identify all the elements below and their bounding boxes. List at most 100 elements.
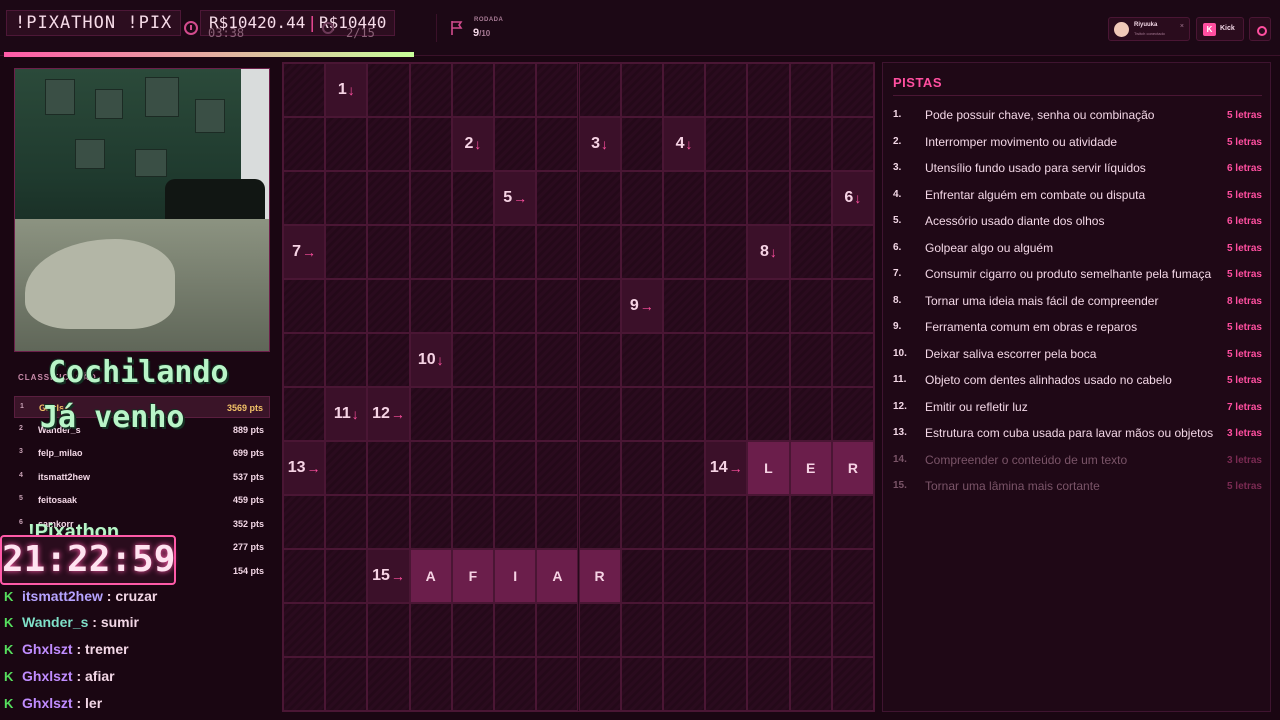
grid-cell[interactable] — [747, 333, 790, 387]
grid-cell[interactable] — [283, 171, 326, 225]
grid-cell[interactable] — [283, 657, 326, 711]
clue-item[interactable]: 13. Estrutura com cuba usada para lavar m… — [893, 423, 1262, 445]
grid-cell[interactable] — [283, 387, 326, 441]
clue-item[interactable]: 7. Consumir cigarro ou produto semelhante… — [893, 264, 1262, 286]
grid-cell[interactable] — [831, 225, 874, 279]
grid-cell[interactable] — [578, 441, 621, 495]
grid-cell[interactable] — [536, 63, 579, 117]
clue-item[interactable]: 12. Emitir ou refletir luz 7 letras — [893, 397, 1262, 419]
grid-cell[interactable] — [662, 279, 706, 333]
grid-cell[interactable] — [494, 441, 537, 495]
grid-cell[interactable] — [831, 387, 874, 441]
grid-cell[interactable] — [705, 63, 748, 117]
clue-number-cell[interactable]: 5 → — [494, 171, 537, 225]
clue-item[interactable]: 4. Enfrentar alguém em combate ou disputa… — [893, 185, 1262, 207]
grid-cell[interactable] — [620, 225, 663, 279]
grid-cell[interactable] — [325, 657, 368, 711]
grid-cell[interactable] — [705, 333, 748, 387]
grid-cell[interactable] — [367, 63, 410, 117]
grid-cell[interactable] — [705, 387, 748, 441]
grid-cell[interactable] — [409, 117, 452, 171]
clue-number-cell[interactable]: 7 → — [283, 225, 326, 279]
grid-cell[interactable] — [409, 225, 452, 279]
grid-cell[interactable] — [451, 171, 495, 225]
clue-item[interactable]: 10. Deixar saliva escorrer pela boca 5 let… — [893, 344, 1262, 366]
grid-cell[interactable] — [536, 657, 579, 711]
solved-letter-cell[interactable]: A — [409, 549, 452, 603]
grid-cell[interactable] — [831, 657, 874, 711]
grid-cell[interactable] — [451, 441, 495, 495]
power-icon[interactable] — [1249, 17, 1271, 41]
grid-cell[interactable] — [578, 171, 621, 225]
grid-cell[interactable] — [662, 63, 706, 117]
grid-cell[interactable] — [409, 171, 452, 225]
clue-number-cell[interactable]: 12 → — [367, 387, 410, 441]
grid-cell[interactable] — [831, 603, 874, 657]
grid-cell[interactable] — [283, 495, 326, 549]
grid-cell[interactable] — [494, 279, 537, 333]
grid-cell[interactable] — [662, 333, 706, 387]
grid-cell[interactable] — [662, 441, 706, 495]
grid-cell[interactable] — [747, 171, 790, 225]
grid-cell[interactable] — [747, 495, 790, 549]
grid-cell[interactable] — [325, 333, 368, 387]
grid-cell[interactable] — [789, 333, 832, 387]
grid-cell[interactable] — [789, 603, 832, 657]
grid-cell[interactable] — [367, 117, 410, 171]
grid-cell[interactable] — [831, 117, 874, 171]
grid-cell[interactable] — [789, 387, 832, 441]
close-icon[interactable]: × — [1180, 23, 1184, 30]
grid-cell[interactable] — [747, 657, 790, 711]
clue-item[interactable]: 9. Ferramenta comum em obras e reparos 5 l… — [893, 317, 1262, 339]
grid-cell[interactable] — [789, 117, 832, 171]
grid-cell[interactable] — [325, 279, 368, 333]
grid-cell[interactable] — [620, 171, 663, 225]
solved-letter-cell[interactable]: F — [451, 549, 495, 603]
grid-cell[interactable] — [620, 603, 663, 657]
grid-cell[interactable] — [662, 549, 706, 603]
grid-cell[interactable] — [536, 117, 579, 171]
grid-cell[interactable] — [705, 225, 748, 279]
grid-cell[interactable] — [536, 603, 579, 657]
clue-number-cell[interactable]: 9 → — [620, 279, 663, 333]
kick-button[interactable]: K Kick — [1196, 17, 1244, 41]
grid-cell[interactable] — [536, 279, 579, 333]
grid-cell[interactable] — [789, 63, 832, 117]
grid-cell[interactable] — [367, 495, 410, 549]
grid-cell[interactable] — [705, 117, 748, 171]
grid-cell[interactable] — [747, 387, 790, 441]
grid-cell[interactable] — [578, 657, 621, 711]
solved-letter-cell[interactable]: E — [789, 441, 832, 495]
grid-cell[interactable] — [494, 603, 537, 657]
grid-cell[interactable] — [662, 387, 706, 441]
grid-cell[interactable] — [451, 279, 495, 333]
grid-cell[interactable] — [409, 279, 452, 333]
grid-cell[interactable] — [367, 657, 410, 711]
grid-cell[interactable] — [662, 657, 706, 711]
solved-letter-cell[interactable]: I — [494, 549, 537, 603]
grid-cell[interactable] — [367, 225, 410, 279]
grid-cell[interactable] — [662, 171, 706, 225]
grid-cell[interactable] — [789, 495, 832, 549]
grid-cell[interactable] — [789, 549, 832, 603]
grid-cell[interactable] — [747, 63, 790, 117]
grid-cell[interactable] — [789, 225, 832, 279]
grid-cell[interactable] — [494, 63, 537, 117]
grid-cell[interactable] — [789, 657, 832, 711]
grid-cell[interactable] — [747, 279, 790, 333]
grid-cell[interactable] — [283, 603, 326, 657]
grid-cell[interactable] — [620, 549, 663, 603]
clue-number-cell[interactable]: 15 → — [367, 549, 410, 603]
clue-item[interactable]: 8. Tornar uma ideia mais fácil de compree… — [893, 291, 1262, 313]
grid-cell[interactable] — [325, 117, 368, 171]
clue-item[interactable]: 15. Tornar uma lâmina mais cortante 5 letr… — [893, 476, 1262, 498]
grid-cell[interactable] — [367, 171, 410, 225]
grid-cell[interactable] — [831, 549, 874, 603]
grid-cell[interactable] — [536, 225, 579, 279]
clue-number-cell[interactable]: 13 → — [283, 441, 326, 495]
clue-item[interactable]: 5. Acessório usado diante dos olhos 6 letr… — [893, 211, 1262, 233]
clue-item[interactable]: 11. Objeto com dentes alinhados usado no … — [893, 370, 1262, 392]
grid-cell[interactable] — [367, 333, 410, 387]
grid-cell[interactable] — [620, 657, 663, 711]
grid-cell[interactable] — [705, 171, 748, 225]
